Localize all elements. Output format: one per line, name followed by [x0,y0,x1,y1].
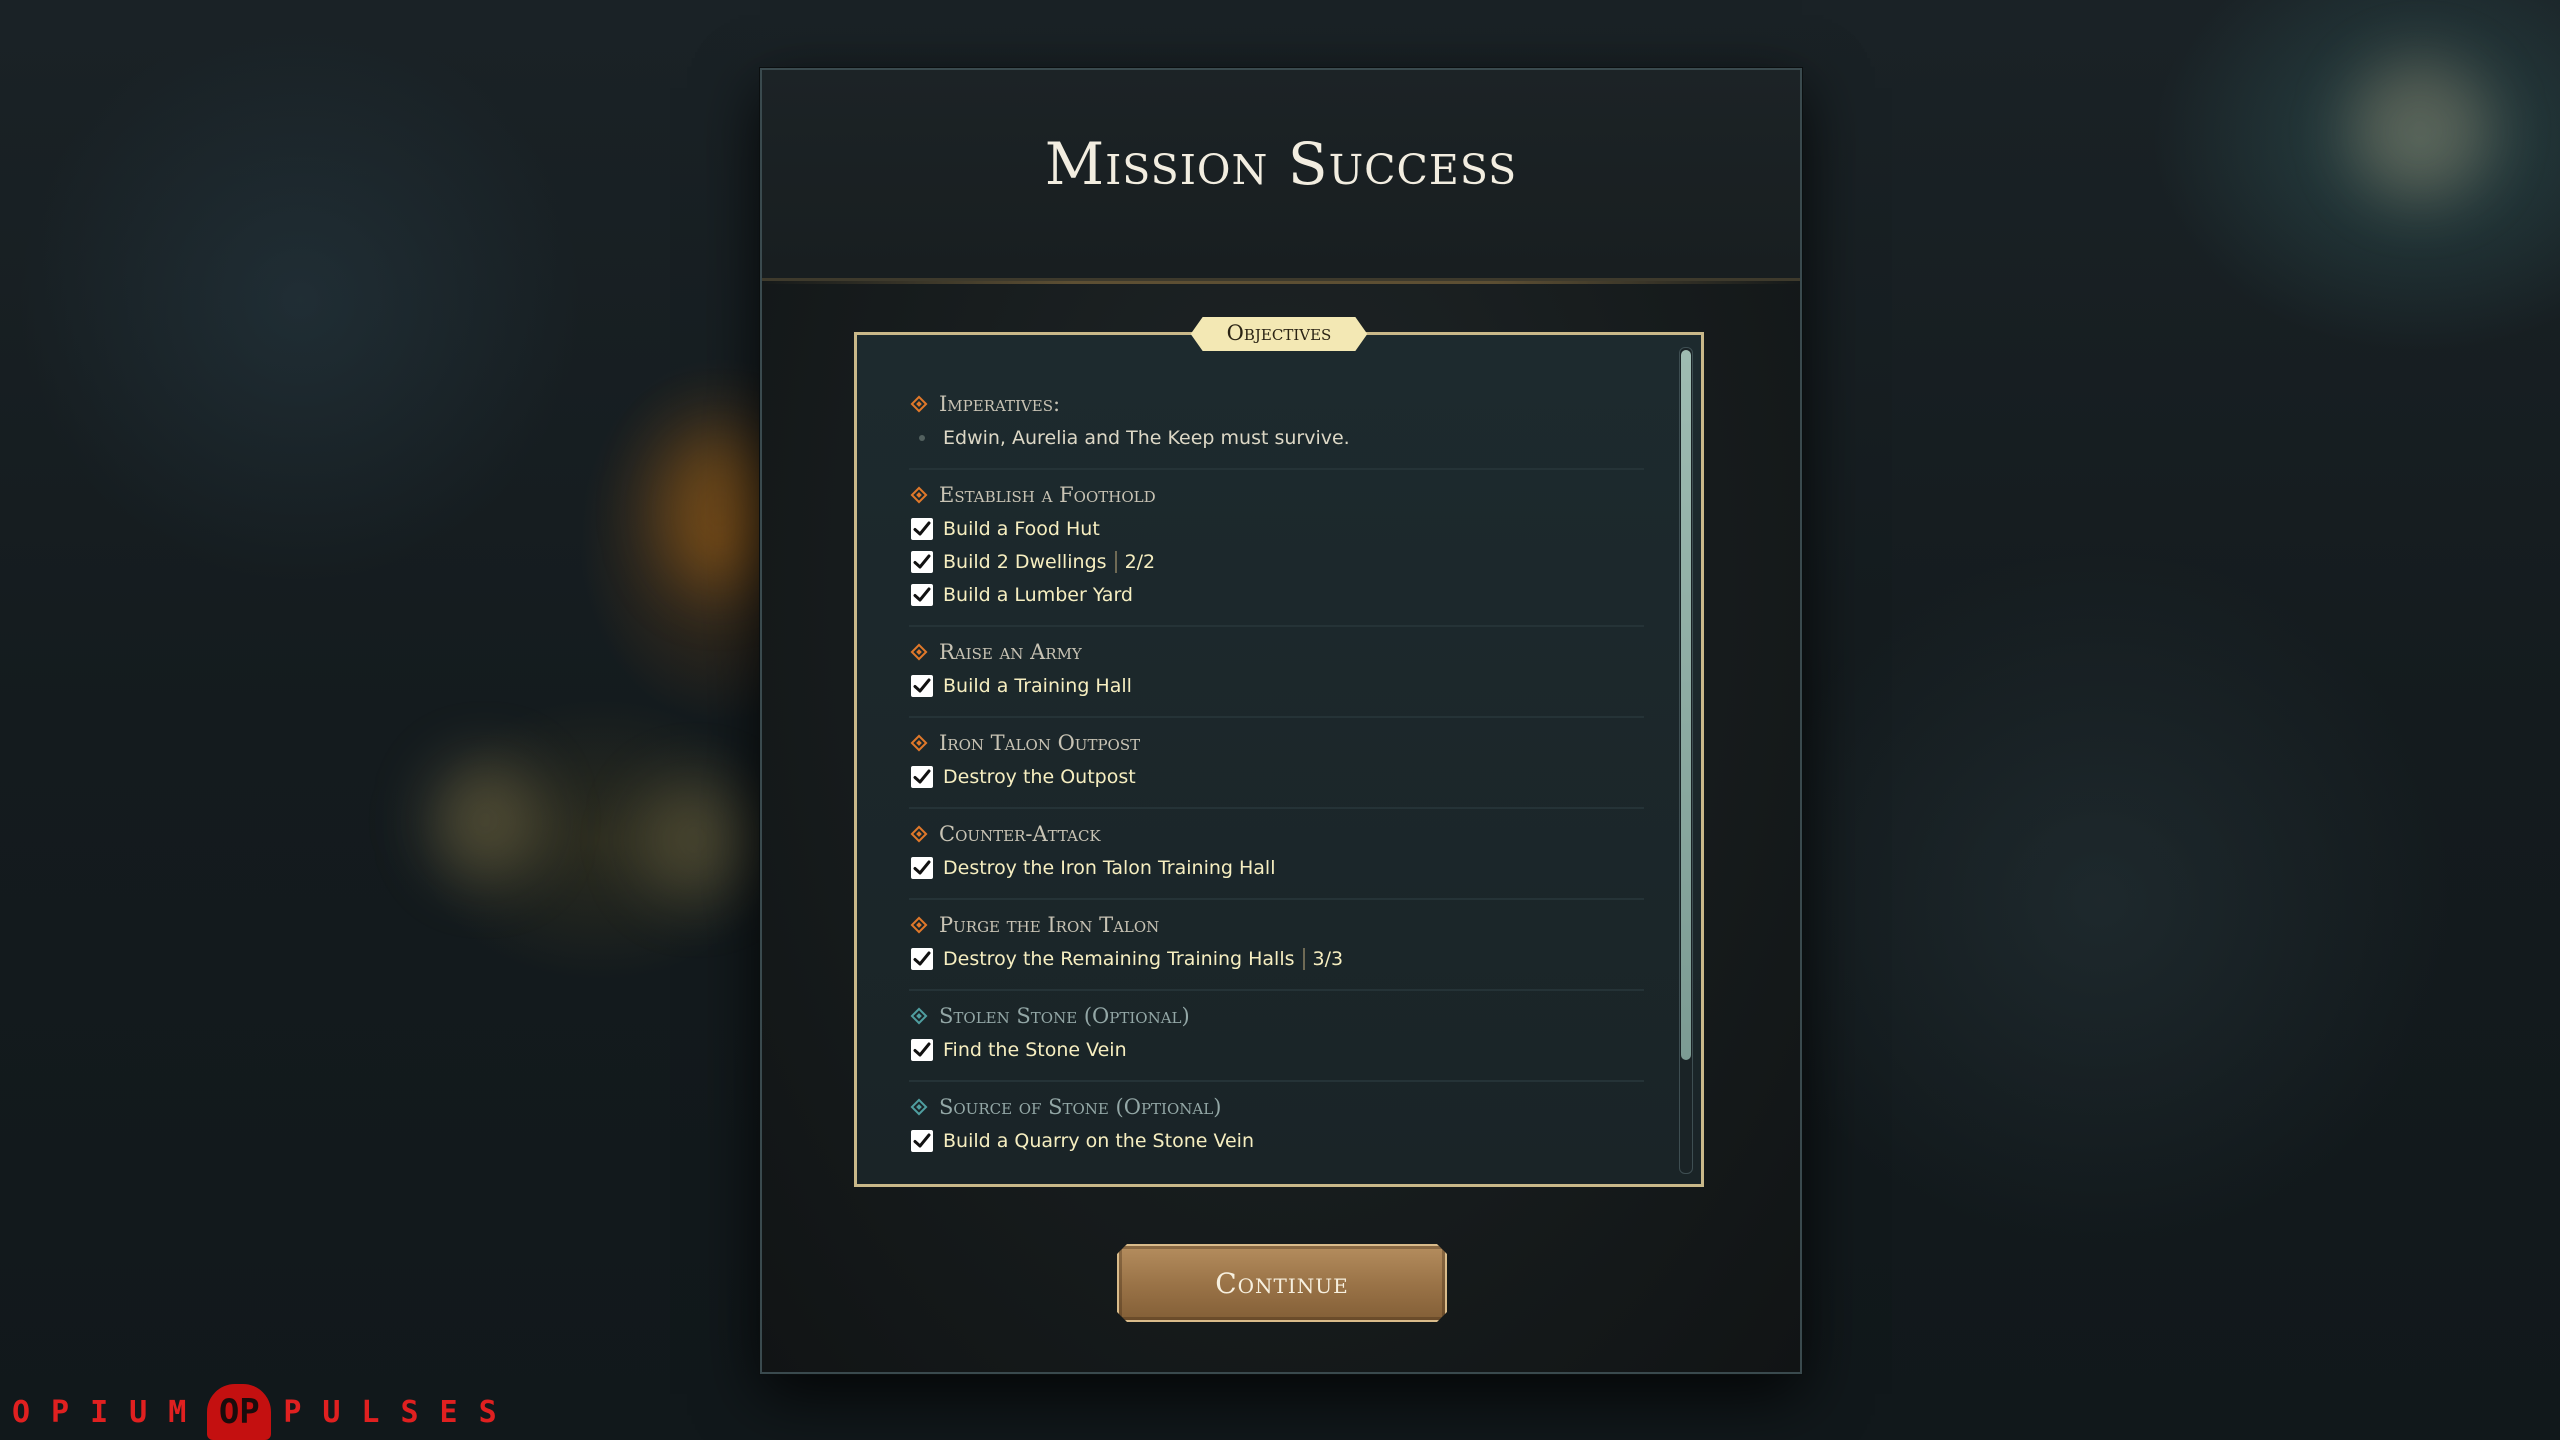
objective-group-header: Raise an Army [909,635,1644,669]
objective-task-label: Build a Quarry on the Stone Vein [943,1129,1254,1152]
checkmark-icon [911,550,933,573]
background-blur [430,760,540,880]
objective-task-label: Find the Stone Vein [943,1038,1127,1061]
objective-task: Destroy the Iron Talon Training Hall [909,851,1644,884]
objective-group-title: Imperatives: [939,392,1061,416]
objective-task-label: Destroy the Outpost [943,765,1136,788]
objective-task: Build a Food Hut [909,512,1644,545]
objective-task: Find the Stone Vein [909,1033,1644,1066]
objective-task-label: Build a Food Hut [943,517,1100,540]
watermark-right-text: PULSES [283,1394,518,1430]
diamond-icon [910,486,928,504]
checkmark-icon [911,1129,933,1152]
checkmark-icon [911,517,933,540]
continue-button[interactable]: Continue [1117,1244,1447,1322]
diamond-icon [910,395,928,413]
objective-task-label: Edwin, Aurelia and The Keep must survive… [943,426,1350,449]
objective-group-header: Stolen Stone (Optional) [909,999,1644,1033]
objectives-scrollbar[interactable] [1679,347,1693,1174]
dialog-title: Mission Success [1044,130,1518,198]
watermark: OPIUM OP PULSES [12,1384,518,1440]
objective-task: Destroy the Remaining Training Halls 3/3 [909,942,1644,975]
objective-task-label: Build 2 Dwellings [943,550,1107,573]
objective-task-count: 3/3 [1302,947,1343,970]
objective-group-title: Raise an Army [939,640,1082,664]
objective-group-title: Source of Stone (Optional) [939,1095,1222,1119]
checkmark-icon [911,947,933,970]
objective-task: Edwin, Aurelia and The Keep must survive… [909,421,1644,454]
dialog-header: Mission Success [762,70,1800,284]
objective-group-title: Counter-Attack [939,822,1101,846]
objective-group: Iron Talon Outpost Destroy the Outpost [909,718,1644,809]
objectives-tab: Objectives [1191,317,1368,351]
objective-group-title: Establish a Foothold [939,483,1156,507]
objective-task: Build a Quarry on the Stone Vein [909,1124,1644,1157]
diamond-icon [910,643,928,661]
objective-task-label: Build a Training Hall [943,674,1132,697]
diamond-icon [910,1007,928,1025]
background-blur [2350,60,2490,200]
objective-group-title: Purge the Iron Talon [939,913,1160,937]
objective-group: Counter-Attack Destroy the Iron Talon Tra… [909,809,1644,900]
mission-success-dialog: Mission Success Objectives Imperatives: E… [760,68,1802,1374]
objective-group: Source of Stone (Optional) Build a Quarry… [909,1082,1644,1171]
checkmark-icon [911,674,933,697]
objective-task: Build 2 Dwellings 2/2 [909,545,1644,578]
watermark-left-text: OPIUM [12,1394,208,1430]
objective-group-header: Source of Stone (Optional) [909,1090,1644,1124]
objective-task-label: Build a Lumber Yard [943,583,1133,606]
checkmark-icon [911,856,933,879]
scrollbar-thumb[interactable] [1681,350,1691,1060]
bullet-icon [919,434,925,441]
objective-group-header: Imperatives: [909,387,1644,421]
objective-task-label: Destroy the Remaining Training Halls [943,947,1295,970]
objective-task-label: Destroy the Iron Talon Training Hall [943,856,1276,879]
checkmark-icon [911,1038,933,1061]
objective-group: Establish a Foothold Build a Food Hut Buil… [909,470,1644,627]
objective-group: Purge the Iron Talon Destroy the Remainin… [909,900,1644,991]
objective-group: Raise an Army Build a Training Hall [909,627,1644,718]
background-blur [640,780,750,900]
objective-group-title: Iron Talon Outpost [939,731,1141,755]
objective-group-header: Counter-Attack [909,817,1644,851]
checkmark-icon [911,583,933,606]
objectives-list: Imperatives: Edwin, Aurelia and The Keep … [909,379,1644,1171]
objective-group: Stolen Stone (Optional) Find the Stone Ve… [909,991,1644,1082]
diamond-icon [910,916,928,934]
objective-task: Build a Training Hall [909,669,1644,702]
objective-group-header: Purge the Iron Talon [909,908,1644,942]
objective-group-title: Stolen Stone (Optional) [939,1004,1190,1028]
objective-task: Build a Lumber Yard [909,578,1644,611]
objective-group-header: Iron Talon Outpost [909,726,1644,760]
diamond-icon [910,825,928,843]
op-logo: OP [207,1384,272,1440]
objective-task: Destroy the Outpost [909,760,1644,793]
diamond-icon [910,1098,928,1116]
checkmark-icon [911,765,933,788]
objectives-panel: Objectives Imperatives: Edwin, Aurelia an… [854,332,1704,1187]
diamond-icon [910,734,928,752]
objective-group: Imperatives: Edwin, Aurelia and The Keep … [909,379,1644,470]
objective-group-header: Establish a Foothold [909,478,1644,512]
objective-task-count: 2/2 [1114,550,1155,573]
